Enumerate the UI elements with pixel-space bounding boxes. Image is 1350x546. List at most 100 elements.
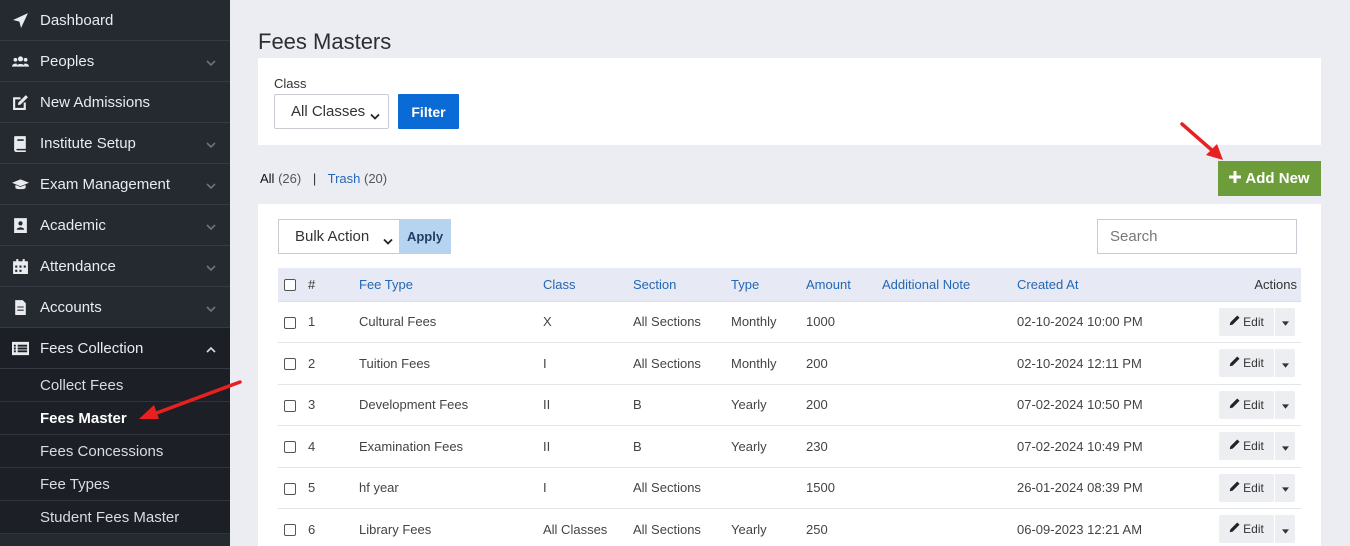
row-checkbox[interactable] [284,399,296,412]
row-checkbox[interactable] [284,524,296,537]
fee-type-cell: Library Fees [359,508,543,546]
sidebar-item-label: Fees Collection [40,339,144,357]
class-cell: All Classes [543,508,633,546]
col-header-class[interactable]: Class [543,268,633,302]
row-checkbox[interactable] [284,482,296,495]
row-checkbox[interactable] [284,316,296,329]
submenu-item-fees-master[interactable]: Fees Master [0,402,230,435]
sidebar-item-exam-management[interactable]: Exam Management [0,164,230,205]
caret-down-icon [1281,397,1289,412]
amount-cell: 1000 [806,301,882,343]
class-filter-label: Class [274,76,307,91]
search-input[interactable] [1097,219,1297,254]
sidebar-item-fees-collection[interactable]: Fees Collection [0,328,230,369]
row-num: 3 [308,384,359,426]
actions-dropdown-toggle[interactable] [1274,473,1295,502]
edit-button[interactable]: Edit [1219,390,1274,419]
created-at-cell: 02-10-2024 12:11 PM [1017,342,1177,385]
chevron-down-icon [206,301,216,313]
class-cell: II [543,384,633,426]
add-new-label: Add New [1245,170,1310,187]
section-cell: All Sections [633,467,731,509]
filter-button[interactable]: Filter [398,94,459,129]
col-header-type[interactable]: Type [731,268,806,302]
edit-button[interactable]: Edit [1219,349,1274,378]
row-checkbox-cell [278,508,308,546]
row-actions: Edit [1219,307,1295,336]
amount-cell: 200 [806,384,882,426]
sidebar-item-dashboard[interactable]: Dashboard [0,0,230,41]
edit-button[interactable]: Edit [1219,307,1274,336]
row-checkbox[interactable] [284,441,296,454]
chevron-down-icon [206,219,216,231]
actions-dropdown-toggle[interactable] [1274,349,1295,378]
fees-collection-submenu: Collect Fees Fees Master Fees Concession… [0,369,230,534]
col-header-additional-note[interactable]: Additional Note [882,268,1017,302]
edit-label: Edit [1243,522,1264,537]
actions-dropdown-toggle[interactable] [1274,390,1295,419]
actions-dropdown-toggle[interactable] [1274,515,1295,544]
sidebar-item-peoples[interactable]: Peoples [0,41,230,82]
fees-table: # Fee Type Class Section Type Amount Add… [278,268,1301,546]
actions-dropdown-toggle[interactable] [1274,432,1295,461]
type-cell [731,467,806,509]
bulk-action-select[interactable]: Bulk Action [278,219,399,254]
submenu-item-collect-fees[interactable]: Collect Fees [0,369,230,402]
sidebar-item-label: New Admissions [40,93,151,111]
row-checkbox-cell [278,384,308,426]
col-header-created-at[interactable]: Created At [1017,268,1177,302]
row-checkbox[interactable] [284,358,296,371]
chevron-down-icon [370,108,380,120]
col-header-amount[interactable]: Amount [806,268,882,302]
col-header-section[interactable]: Section [633,268,731,302]
row-actions: Edit [1219,473,1295,502]
edit-button[interactable]: Edit [1219,515,1274,544]
actions-cell: Edit [1177,467,1301,509]
sidebar-item-label: Attendance [40,257,116,275]
row-actions: Edit [1219,515,1295,544]
col-header-num: # [308,268,359,302]
class-select-value: All Classes [291,103,366,120]
sidebar-item-attendance[interactable]: Attendance [0,246,230,287]
table-row: 3 Development Fees II B Yearly 200 07-02-2024 … [278,384,1301,426]
created-at-cell: 26-01-2024 08:39 PM [1017,467,1177,509]
select-all-cell [278,268,308,302]
row-num: 2 [308,342,359,385]
select-all-checkbox[interactable] [284,279,296,292]
type-cell: Yearly [731,425,806,468]
fee-type-cell: hf year [359,467,543,509]
caret-down-icon [1281,314,1289,329]
tab-all[interactable]: All (26) [260,171,301,186]
additional-note-cell [882,425,1017,468]
class-cell: I [543,342,633,385]
submenu-item-fees-concessions[interactable]: Fees Concessions [0,435,230,468]
additional-note-cell [882,342,1017,385]
sidebar-item-accounts[interactable]: Accounts [0,287,230,328]
edit-button[interactable]: Edit [1219,473,1274,502]
edit-label: Edit [1243,439,1264,454]
type-cell: Monthly [731,342,806,385]
table-card: Bulk Action Apply # Fee Type Class Secti… [258,204,1321,546]
graduation-cap-icon [10,174,30,194]
apply-button[interactable]: Apply [399,219,451,254]
submenu-item-fee-types[interactable]: Fee Types [0,468,230,501]
pencil-icon [1229,315,1240,329]
sidebar-item-institute-setup[interactable]: Institute Setup [0,123,230,164]
chevron-down-icon [206,55,216,67]
list-alt-icon [10,338,30,358]
col-header-fee-type[interactable]: Fee Type [359,268,543,302]
submenu-item-student-fees-master[interactable]: Student Fees Master [0,501,230,534]
edit-button[interactable]: Edit [1219,432,1274,461]
sidebar-item-academic[interactable]: Academic [0,205,230,246]
actions-cell: Edit [1177,425,1301,468]
bulk-action-value: Bulk Action [295,228,370,245]
col-header-actions: Actions [1177,268,1301,302]
additional-note-cell [882,467,1017,509]
caret-down-icon [1281,522,1289,537]
sidebar-item-new-admissions[interactable]: New Admissions [0,82,230,123]
actions-dropdown-toggle[interactable] [1274,307,1295,336]
pencil-icon [1229,439,1240,453]
class-select[interactable]: All Classes [274,94,389,129]
add-new-button[interactable]: Add New [1218,161,1321,196]
tab-trash[interactable]: Trash (20) [328,171,388,186]
